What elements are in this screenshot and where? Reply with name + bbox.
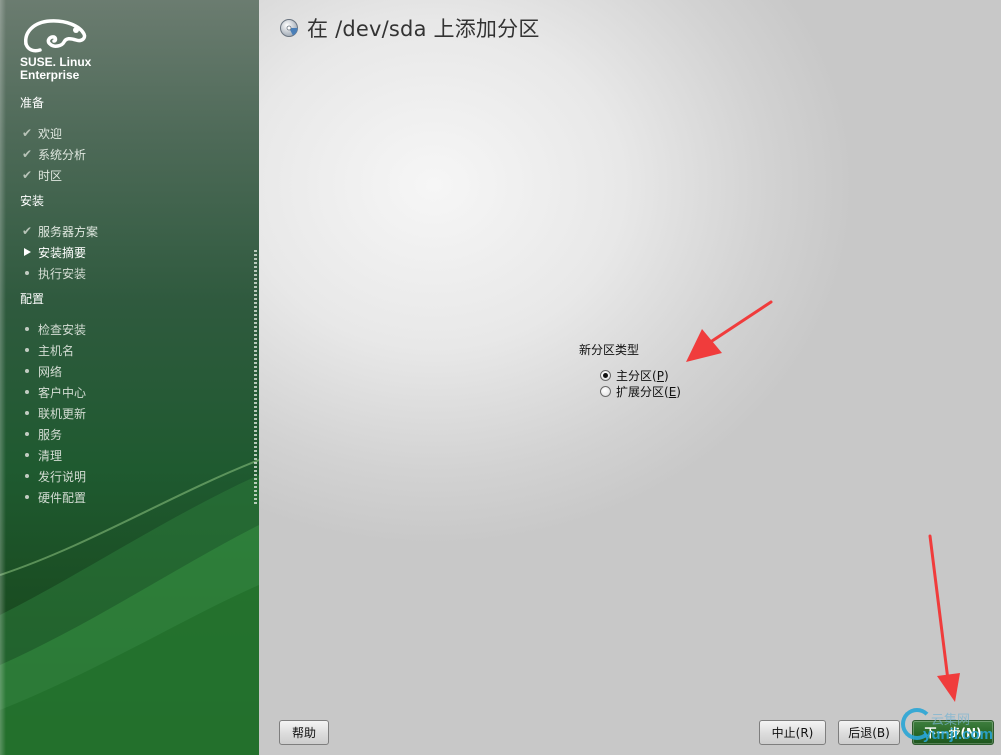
bullet-icon bbox=[18, 348, 36, 352]
extended-partition-option[interactable]: 扩展分区(E) bbox=[600, 383, 681, 399]
step-label: 主机名 bbox=[38, 343, 75, 358]
step-clean-up: 清理 bbox=[18, 446, 62, 464]
step-hardware-configuration: 硬件配置 bbox=[18, 488, 86, 506]
abort-button[interactable]: 中止(R) bbox=[759, 720, 826, 745]
step-check-installation: 检查安装 bbox=[18, 320, 86, 338]
chameleon-logo-icon bbox=[24, 19, 87, 53]
section-title-configure: 配置 bbox=[20, 292, 45, 306]
bullet-icon bbox=[18, 453, 36, 457]
bullet-icon bbox=[18, 369, 36, 373]
check-icon: ✔ bbox=[21, 147, 33, 161]
step-server-scenario: ✔ 服务器方案 bbox=[18, 222, 98, 240]
help-button[interactable]: 帮助 bbox=[279, 720, 329, 745]
step-timezone: ✔ 时区 bbox=[18, 166, 62, 184]
step-label: 网络 bbox=[38, 364, 63, 379]
step-perform-installation: 执行安装 bbox=[18, 264, 86, 282]
step-customer-center: 客户中心 bbox=[18, 383, 86, 401]
partition-type-label: 新分区类型 bbox=[579, 343, 640, 357]
section-title-install: 安装 bbox=[20, 194, 45, 208]
suse-logo: SUSE. Linux Enterprise bbox=[20, 14, 92, 82]
step-hostname: 主机名 bbox=[18, 341, 74, 359]
page-header: 在 /dev/sda 上添加分区 bbox=[279, 14, 540, 42]
step-label: 客户中心 bbox=[38, 385, 87, 400]
step-welcome: ✔ 欢迎 bbox=[18, 124, 62, 142]
brand-text: SUSE. Linux Enterprise bbox=[20, 56, 92, 82]
page-title: 在 /dev/sda 上添加分区 bbox=[307, 17, 540, 41]
step-label: 系统分析 bbox=[38, 147, 87, 162]
disk-icon bbox=[280, 19, 298, 37]
step-label: 硬件配置 bbox=[38, 490, 87, 505]
bullet-icon bbox=[18, 474, 36, 478]
step-online-update: 联机更新 bbox=[18, 404, 86, 422]
bullet-icon bbox=[18, 432, 36, 436]
step-label: 欢迎 bbox=[38, 126, 63, 141]
step-label: 执行安装 bbox=[38, 266, 87, 281]
check-icon: ✔ bbox=[21, 168, 33, 182]
step-label: 清理 bbox=[38, 448, 63, 463]
primary-partition-radio[interactable] bbox=[600, 369, 611, 381]
main-panel: 在 /dev/sda 上添加分区 新分区类型 主分区(P) 扩展分区(E) 帮助… bbox=[259, 0, 1001, 755]
check-icon: ✔ bbox=[21, 224, 33, 238]
primary-partition-option[interactable]: 主分区(P) bbox=[600, 367, 669, 383]
bullet-icon bbox=[18, 271, 36, 275]
arrow-right-icon bbox=[18, 248, 36, 256]
step-label: 安装摘要 bbox=[38, 245, 87, 260]
step-release-notes: 发行说明 bbox=[18, 467, 86, 485]
step-services: 服务 bbox=[18, 425, 62, 443]
primary-partition-label[interactable]: 主分区(P) bbox=[616, 367, 669, 384]
next-button[interactable]: 下一步(N) bbox=[912, 720, 994, 745]
check-icon: ✔ bbox=[21, 126, 33, 140]
step-installation-summary: 安装摘要 bbox=[18, 243, 86, 261]
extended-partition-label[interactable]: 扩展分区(E) bbox=[616, 383, 681, 400]
step-label: 联机更新 bbox=[38, 406, 87, 421]
step-network: 网络 bbox=[18, 362, 62, 380]
bullet-icon bbox=[18, 327, 36, 331]
back-button[interactable]: 后退(B) bbox=[838, 720, 900, 745]
brand-line2: Enterprise bbox=[20, 68, 80, 82]
step-label: 服务器方案 bbox=[38, 224, 99, 239]
bullet-icon bbox=[18, 411, 36, 415]
sidebar-scrollbar[interactable] bbox=[254, 250, 257, 505]
step-label: 发行说明 bbox=[38, 469, 87, 484]
section-title-prepare: 准备 bbox=[20, 96, 45, 110]
step-label: 服务 bbox=[38, 427, 63, 442]
step-system-analysis: ✔ 系统分析 bbox=[18, 145, 86, 163]
sidebar: SUSE. Linux Enterprise 准备 ✔ 欢迎 ✔ 系统分析 ✔ … bbox=[0, 0, 259, 755]
step-label: 时区 bbox=[38, 168, 63, 183]
step-label: 检查安装 bbox=[38, 322, 87, 337]
bullet-icon bbox=[18, 495, 36, 499]
extended-partition-radio[interactable] bbox=[600, 385, 611, 397]
bullet-icon bbox=[18, 390, 36, 394]
